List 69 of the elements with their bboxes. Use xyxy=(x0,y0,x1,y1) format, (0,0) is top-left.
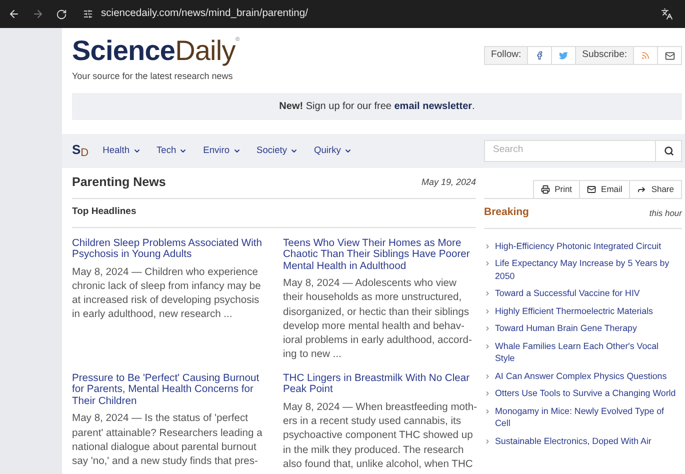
chevron-icon xyxy=(484,408,491,414)
caret-icon xyxy=(232,146,240,154)
chevron-icon xyxy=(484,290,491,297)
nav-menu[interactable]: Tech xyxy=(156,144,188,158)
bird-icon xyxy=(559,51,568,60)
breaking-link[interactable]: Monogamy in Mice: Newly Evolved Type of Cell xyxy=(495,404,678,430)
address-bar[interactable]: sciencedaily.com/news/mind_brain/parenting/ xyxy=(79,3,649,25)
print-button[interactable]: Print xyxy=(534,180,580,198)
article-headline[interactable]: Teens Who View Their Homes as More Chaotic Than Their Siblings Have Poorer Mental Health in Adulthood xyxy=(283,238,476,272)
reload-icon[interactable] xyxy=(56,8,67,20)
breaking-link[interactable]: High-Efficiency Photonic Integrated Circuit xyxy=(495,240,662,252)
nav-menu[interactable]: Health xyxy=(102,144,140,158)
tagline: Your source for the latest research news xyxy=(72,70,234,83)
nav-menu[interactable]: Quirky xyxy=(314,144,352,158)
breaking-link[interactable]: Highly Efficient Thermoelectric Materials xyxy=(495,304,653,317)
breaking-link[interactable]: Otters Use Tools to Survive a Changing World xyxy=(495,387,676,400)
nav-menu[interactable]: Society xyxy=(256,144,298,158)
envelope-icon xyxy=(664,50,674,60)
follow-label: Follow: xyxy=(485,47,528,64)
breaking-link[interactable]: Toward a Successful Vaccine for HIV xyxy=(495,287,640,300)
article-headline[interactable]: Pressure to Be 'Perfect' Causing Burnout for Parents, Mental Health Concerns for Their Children xyxy=(72,372,265,408)
caret-icon xyxy=(344,146,352,154)
arrow-icon xyxy=(637,184,646,194)
chevron-icon xyxy=(484,342,491,350)
chevron-icon xyxy=(484,308,491,314)
printer-icon xyxy=(540,184,550,194)
article-summary: May 8, 2024 — Is the status of 'perfect parent' attainable? Researchers leading a national dialogue about parental burnout say 'no,' and a new study finds that pres- xyxy=(72,412,264,470)
site-settings-icon[interactable] xyxy=(83,9,93,19)
section-heading: Top Headlines xyxy=(72,205,136,220)
email-button[interactable]: Email xyxy=(579,180,630,198)
chevron-icon xyxy=(484,260,491,267)
chevron-icon xyxy=(484,390,491,397)
subscribe-label: Subscribe: xyxy=(575,47,633,64)
caret-icon xyxy=(132,146,140,154)
newsletter-link[interactable]: email newsletter xyxy=(394,98,472,114)
chevron-icon xyxy=(484,438,491,444)
translate-icon[interactable] xyxy=(661,8,673,20)
breaking-link[interactable]: AI Can Answer Complex Physics Questions xyxy=(495,370,667,382)
breaking-link[interactable]: Toward Human Brain Gene Therapy xyxy=(495,322,637,334)
period-text: . xyxy=(472,100,475,114)
nav-menu[interactable]: Enviro xyxy=(203,144,240,158)
share-button[interactable]: Share xyxy=(629,180,681,198)
article-headline[interactable]: Children Sleep Problems Associated With Psychosis in Young Adults xyxy=(72,238,265,260)
article-summary: May 8, 2024 — Adolescents who view their households as more unstructured, disorganized, or hectic than their siblings develop more mental health and behav- ioral problems in early adulthood, accord- ing to new ... xyxy=(283,277,473,362)
rss-icon xyxy=(641,51,650,60)
chevron-icon xyxy=(484,372,491,380)
envelope-icon xyxy=(587,184,596,194)
breaking-link[interactable]: Sustainable Electronics, Doped With Air xyxy=(495,434,652,447)
caret-icon xyxy=(290,146,298,154)
article-summary: May 8, 2024 — When breastfeeding moth- ers in a recent study used cannabis, its psychoactive component THC showed up in the milk they produced. The research also found that, unlike alcohol, when THC xyxy=(283,400,476,472)
facebook-icon xyxy=(535,51,544,60)
article-summary: May 8, 2024 — Children who experience chronic lack of sleep from infancy may be at increased risk of developing psychosis in early adulthood, new research ... xyxy=(72,266,262,322)
breaking-link[interactable]: Whale Families Learn Each Other's Vocal Style xyxy=(495,340,678,364)
search-field[interactable]: Search xyxy=(484,140,656,162)
forward-icon[interactable] xyxy=(32,8,44,20)
url-text: sciencedaily.com/news/mind_brain/parenting/ xyxy=(101,7,308,22)
breaking-link[interactable]: Life Expectancy May Increase by 5 Years by 2050 xyxy=(495,257,678,282)
page-date: May 19, 2024 xyxy=(421,176,476,189)
search-icon xyxy=(664,146,674,156)
chevron-icon xyxy=(484,325,491,332)
search-button[interactable] xyxy=(656,140,682,162)
chevron-icon xyxy=(484,242,491,250)
newsletter-text: New! Sign up for our free xyxy=(279,100,392,114)
page-title: Parenting News xyxy=(72,174,166,192)
article-headline[interactable]: THC Lingers in Breastmilk With No Clear Peak Point xyxy=(283,372,476,396)
breaking-heading: Breaking xyxy=(484,205,529,220)
caret-icon xyxy=(179,146,188,154)
back-icon[interactable] xyxy=(8,8,20,20)
breaking-time: this hour xyxy=(649,206,682,220)
